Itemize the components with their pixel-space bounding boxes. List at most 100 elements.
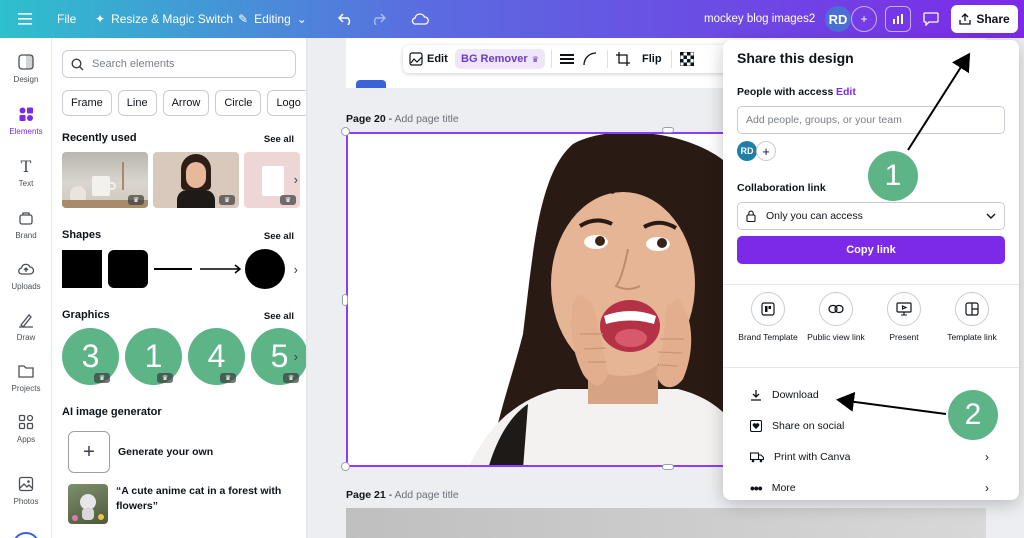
page-21-canvas[interactable] — [346, 508, 986, 538]
rail-item-photos[interactable]: Photos — [0, 474, 52, 506]
resize-handle[interactable] — [662, 127, 674, 133]
brand-template-icon — [751, 292, 785, 326]
recent-thumb-pink[interactable]: ♛ — [244, 152, 300, 208]
shape-line[interactable] — [154, 268, 192, 270]
chip-frame[interactable]: Frame — [62, 90, 112, 116]
bg-remover-button[interactable]: BG Remover ♛ — [455, 49, 545, 69]
image-edit-icon — [409, 52, 423, 66]
chip-circle[interactable]: Circle — [215, 90, 262, 116]
corner-rounding-icon[interactable] — [583, 45, 597, 73]
undo-icon[interactable] — [338, 0, 356, 38]
rail-item-brand[interactable]: Brand — [0, 208, 52, 240]
shapes-title: Shapes — [62, 229, 102, 241]
edit-image-button[interactable]: Edit — [409, 45, 448, 73]
flip-button[interactable]: Flip — [642, 45, 662, 73]
elements-icon — [16, 104, 36, 124]
edit-access-link[interactable]: Edit — [836, 86, 856, 98]
rail-label: Apps — [16, 435, 36, 444]
print-option[interactable]: Print with Canva › — [723, 442, 1019, 472]
generate-label: Generate your own — [118, 446, 214, 458]
crown-icon: ♛ — [219, 195, 235, 205]
template-link-option[interactable]: Template link — [938, 292, 1006, 342]
rail-item-projects[interactable]: Projects — [0, 361, 52, 393]
search-box[interactable] — [62, 50, 296, 78]
rail-label: Uploads — [11, 282, 41, 291]
transparency-icon[interactable] — [680, 45, 694, 73]
ai-prompt-example[interactable]: “A cute anime cat in a forest with flowe… — [68, 484, 286, 524]
page-20-label: Page 20 - Add page title — [346, 113, 459, 125]
graphic-number-4[interactable]: 4 ♛ — [188, 328, 245, 385]
toolbar-divider — [671, 50, 672, 68]
shape-circle[interactable] — [245, 249, 285, 289]
graphics-row: 3 ♛ 1 ♛ 4 ♛ 5 ♛ — [62, 328, 306, 385]
step-badge-2: 2 — [948, 390, 998, 440]
brand-template-option[interactable]: Brand Template — [734, 292, 802, 342]
add-page-title[interactable]: Add page title — [394, 489, 458, 501]
copy-link-button[interactable]: Copy link — [737, 236, 1005, 264]
present-option[interactable]: Present — [870, 292, 938, 342]
graphic-number: 1 — [144, 338, 163, 374]
document-name[interactable]: mockey blog images2 — [704, 0, 815, 38]
access-level-select[interactable]: Only you can access — [737, 202, 1005, 230]
add-collaborator-icon[interactable]: + — [756, 141, 776, 161]
menu-icon[interactable] — [14, 0, 36, 38]
border-style-icon[interactable] — [560, 45, 574, 73]
pencil-icon: ✎ — [238, 12, 249, 26]
page-element — [356, 80, 386, 88]
rail-item-design[interactable]: Design — [0, 52, 52, 84]
resize-handle[interactable] — [342, 294, 348, 306]
more-option[interactable]: ••• More › — [723, 473, 1019, 503]
generate-your-own-button[interactable]: + Generate your own — [68, 431, 213, 473]
chip-logo[interactable]: Logo — [267, 90, 306, 116]
user-avatar[interactable]: RD — [825, 6, 851, 32]
comment-icon[interactable] — [918, 6, 944, 32]
add-page-title[interactable]: Add page title — [394, 113, 458, 125]
shape-square[interactable] — [62, 250, 102, 288]
resize-button[interactable]: ✦ Resize & Magic Switch — [95, 0, 233, 38]
chip-arrow[interactable]: Arrow — [162, 90, 210, 116]
public-link-icon — [819, 292, 853, 326]
resize-handle[interactable] — [662, 464, 674, 470]
see-all-recent[interactable]: See all — [264, 134, 294, 145]
text-icon: T — [20, 156, 32, 176]
resize-handle[interactable] — [341, 462, 350, 471]
share-button[interactable]: Share — [951, 5, 1018, 33]
resize-handle[interactable] — [341, 127, 350, 136]
shape-rounded-square[interactable] — [108, 250, 148, 288]
search-input[interactable] — [92, 58, 282, 70]
insights-icon[interactable] — [885, 6, 911, 32]
graphics-title: Graphics — [62, 309, 110, 321]
chevron-right-icon[interactable]: › — [294, 172, 298, 187]
rail-item-uploads[interactable]: Uploads — [0, 259, 52, 291]
download-icon — [751, 390, 761, 401]
collaborator-avatar[interactable]: RD — [737, 141, 757, 161]
rail-item-apps[interactable]: Apps — [0, 412, 52, 444]
crop-icon[interactable] — [616, 45, 630, 73]
rail-label: Draw — [16, 333, 36, 342]
rail-item-text[interactable]: T Text — [0, 156, 52, 189]
recent-thumb-mug[interactable]: ♛ — [62, 152, 148, 208]
access-level-value: Only you can access — [766, 210, 863, 222]
recent-thumb-woman[interactable]: ♛ — [153, 152, 239, 208]
share-upload-icon — [959, 13, 971, 25]
public-view-link-option[interactable]: Public view link — [802, 292, 870, 342]
add-collaborator-icon[interactable]: + — [851, 6, 877, 32]
graphic-number-1[interactable]: 1 ♛ — [125, 328, 182, 385]
see-all-graphics[interactable]: See all — [264, 311, 294, 322]
add-people-input[interactable] — [737, 106, 1005, 134]
file-menu[interactable]: File — [57, 0, 76, 38]
redo-icon[interactable] — [370, 0, 388, 38]
graphic-number-5[interactable]: 5 ♛ — [251, 328, 306, 385]
graphic-number-3[interactable]: 3 ♛ — [62, 328, 119, 385]
cloud-save-icon[interactable] — [411, 0, 431, 38]
chip-line[interactable]: Line — [117, 90, 157, 116]
editing-mode-button[interactable]: ✎ Editing ⌄ — [238, 0, 307, 38]
chevron-right-icon[interactable]: › — [294, 262, 298, 277]
see-all-shapes[interactable]: See all — [264, 231, 294, 242]
rail-bottom-circle — [12, 532, 40, 538]
chevron-right-icon[interactable]: › — [294, 349, 298, 364]
rail-item-elements[interactable]: Elements — [0, 104, 52, 136]
chevron-right-icon: › — [985, 481, 989, 495]
shape-arrow[interactable] — [200, 262, 242, 276]
rail-item-draw[interactable]: Draw — [0, 310, 52, 342]
